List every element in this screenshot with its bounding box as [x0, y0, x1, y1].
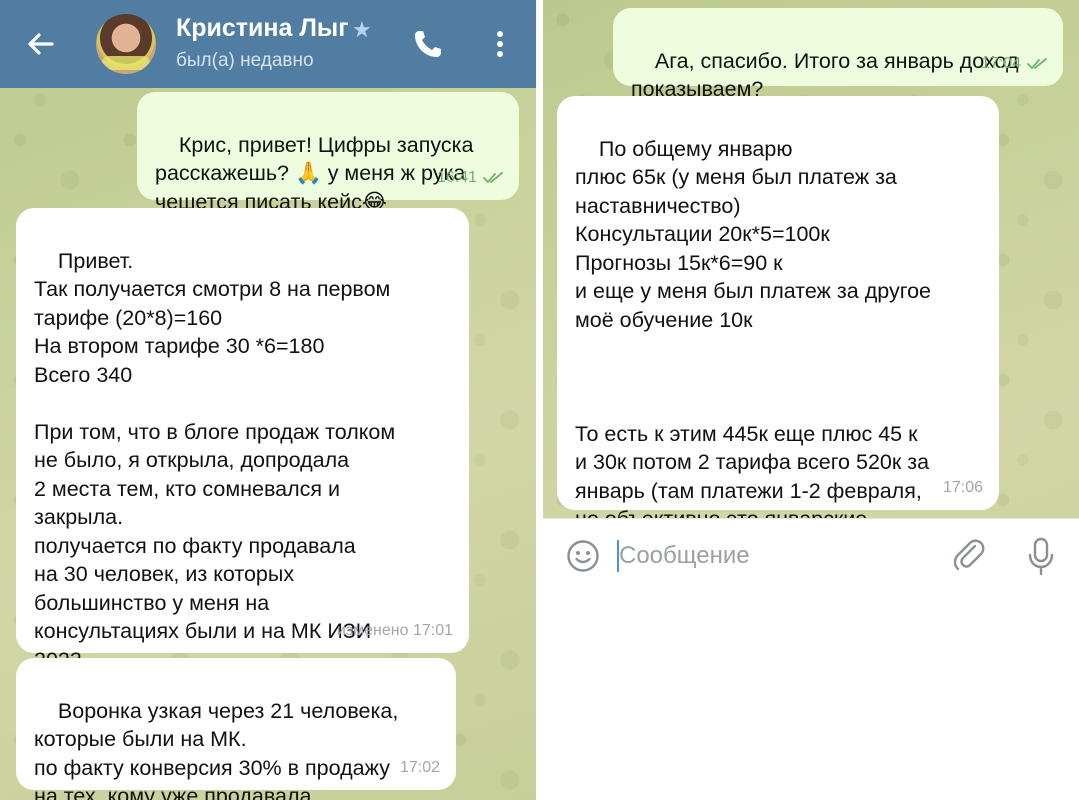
- message-meta: 16:41: [437, 164, 503, 193]
- message-text: Привет. Так получается смотри 8 на перво…: [34, 248, 396, 672]
- double-check-icon: [483, 171, 503, 184]
- contact-status: был(а) недавно: [176, 50, 314, 71]
- right-chat-screen: Ага, спасибо. Итого за январь доход пока…: [543, 0, 1079, 800]
- message-bubble-outgoing[interactable]: Ага, спасибо. Итого за январь доход пока…: [613, 8, 1063, 101]
- message-text: По общему январю плюс 65к (у меня был пл…: [575, 136, 931, 560]
- message-time: 17:04: [980, 54, 1021, 72]
- message-time: 16:41: [436, 168, 477, 186]
- message-input[interactable]: [619, 538, 939, 574]
- message-bubble-incoming[interactable]: Привет. Так получается смотри 8 на перво…: [16, 208, 469, 672]
- arrow-left-icon[interactable]: [24, 27, 58, 61]
- chat-header: Кристина Лыг ★ был(а) недавно: [0, 0, 536, 88]
- message-meta: изменено 17:01: [337, 617, 453, 646]
- message-text: Воронка узкая через 21 человека, которые…: [34, 698, 399, 800]
- message-composer: [543, 518, 1079, 800]
- microphone-icon[interactable]: [1027, 536, 1055, 576]
- message-time: 17:02: [399, 758, 440, 776]
- message-meta: 17:06: [943, 474, 983, 503]
- message-meta: 17:02: [400, 754, 440, 783]
- message-bubble-incoming[interactable]: По общему январю плюс 65к (у меня был пл…: [557, 96, 999, 560]
- double-check-icon: [1027, 57, 1047, 70]
- composer-divider: [543, 518, 1079, 519]
- more-vertical-icon[interactable]: [486, 26, 514, 62]
- message-bubble-incoming[interactable]: Воронка узкая через 21 человека, которые…: [16, 658, 456, 800]
- left-chat-screen: Кристина Лыг ★ был(а) недавно Крис, прив…: [0, 0, 536, 800]
- message-time: изменено 17:01: [336, 621, 453, 639]
- star-icon: ★: [352, 17, 372, 42]
- paperclip-icon[interactable]: [953, 538, 987, 574]
- message-bubble-outgoing[interactable]: Крис, привет! Цифры запуска расскажешь? …: [137, 92, 519, 214]
- phone-icon[interactable]: [410, 26, 446, 62]
- message-time: 17:06: [942, 478, 983, 496]
- contact-name[interactable]: Кристина Лыг: [176, 14, 354, 43]
- message-meta: 17:04: [981, 50, 1047, 79]
- contact-avatar[interactable]: [96, 14, 156, 74]
- smile-icon[interactable]: [565, 538, 601, 574]
